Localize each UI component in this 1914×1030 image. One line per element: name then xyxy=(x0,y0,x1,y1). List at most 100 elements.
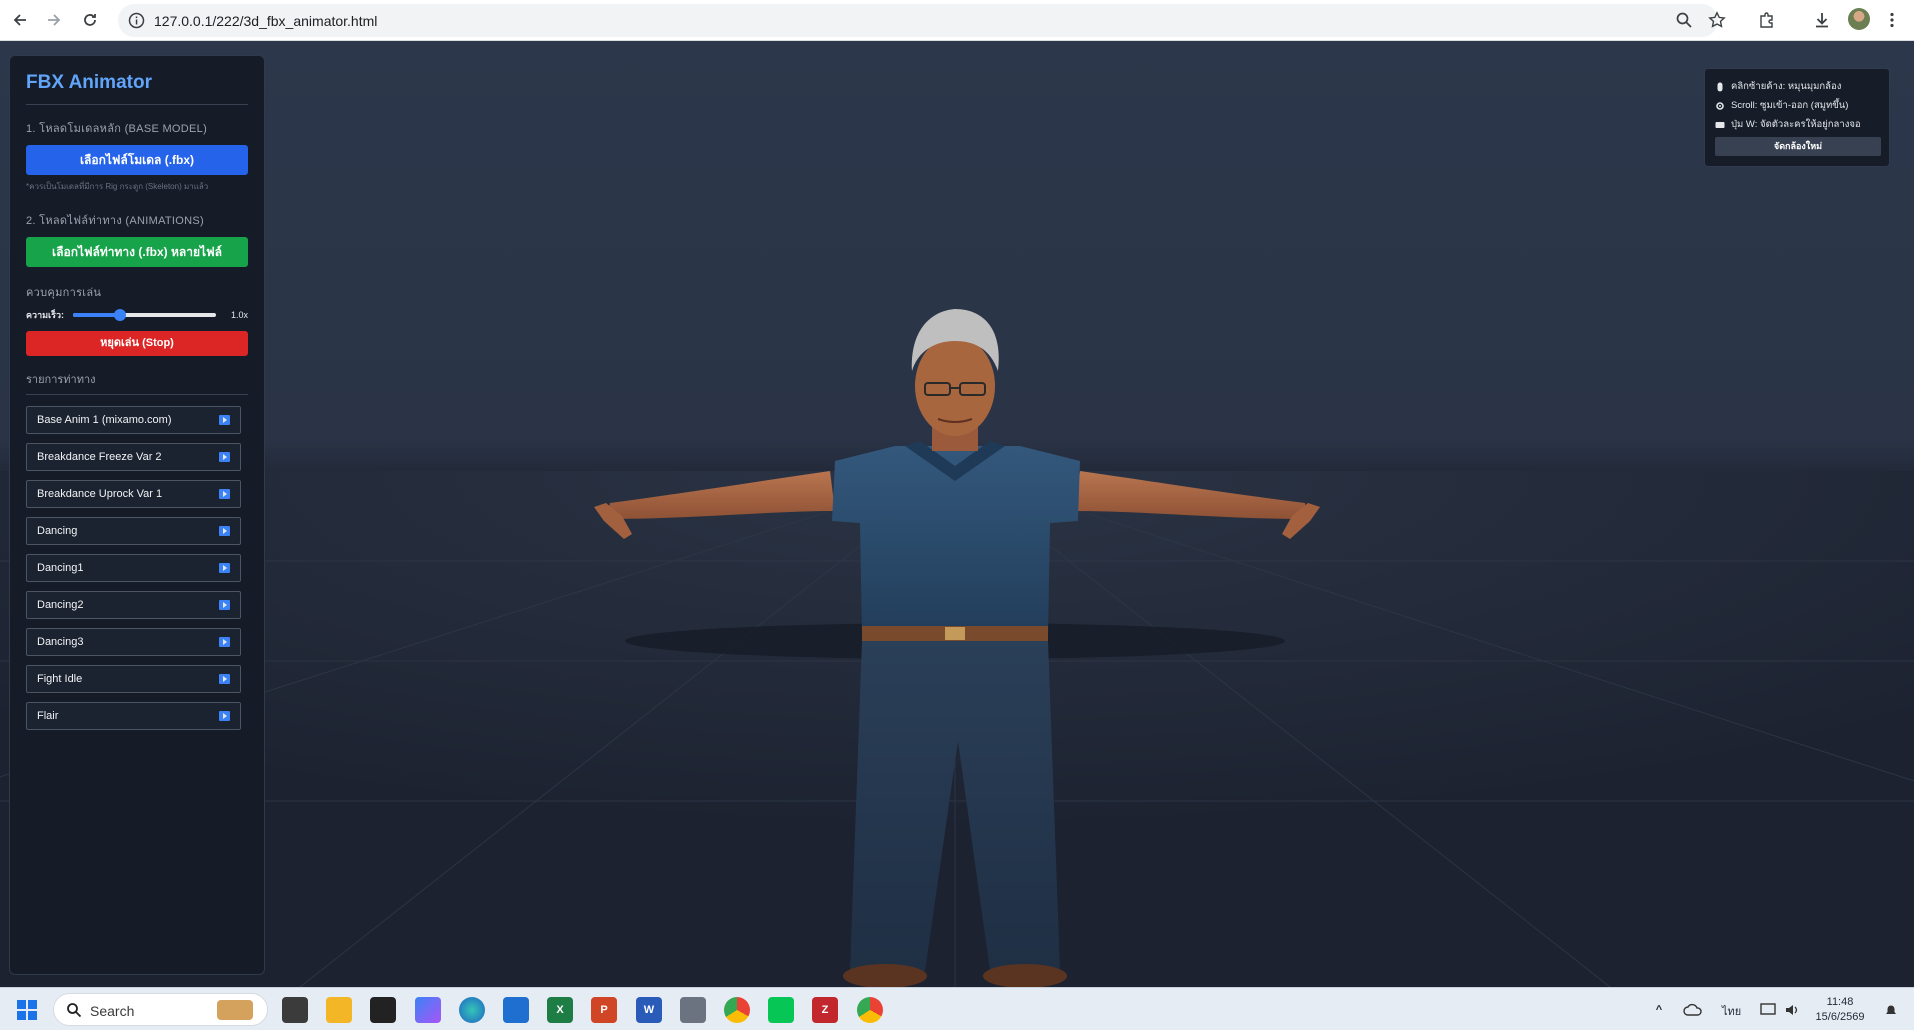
clock-date[interactable]: 15/6/2569 xyxy=(1812,1011,1868,1023)
reload-button[interactable] xyxy=(76,6,104,34)
help-rotate: คลิกซ้ายค้าง: หมุนมุมกล้อง xyxy=(1715,77,1879,96)
animation-item-label: Breakdance Uprock Var 1 xyxy=(37,488,163,500)
m365-icon[interactable] xyxy=(415,997,441,1023)
site-info-icon[interactable] xyxy=(128,12,145,29)
chrome-icon[interactable] xyxy=(724,997,750,1023)
play-icon[interactable] xyxy=(219,637,230,647)
keyboard-icon xyxy=(1715,121,1725,128)
zoom-icon xyxy=(1676,12,1692,28)
powerpoint-icon[interactable]: P xyxy=(591,997,617,1023)
file-explorer-icon[interactable] xyxy=(326,997,352,1023)
word-icon[interactable]: W xyxy=(636,997,662,1023)
reload-icon xyxy=(84,14,96,26)
forward-button[interactable] xyxy=(40,6,68,34)
back-button[interactable] xyxy=(6,6,34,34)
edge-icon[interactable] xyxy=(459,997,485,1023)
animation-list: Base Anim 1 (mixamo.com) Breakdance Freez… xyxy=(26,406,248,730)
extensions-button[interactable] xyxy=(1753,6,1781,34)
choose-animations-button[interactable]: เลือกไฟล์ท่าทาง (.fbx) หลายไฟล์ xyxy=(26,237,248,267)
zoom-button[interactable] xyxy=(1670,6,1698,34)
language-indicator[interactable]: ไทย xyxy=(1722,1002,1741,1020)
scene-canvas[interactable] xyxy=(0,41,1914,987)
speed-label: ความเร็ว: xyxy=(26,310,65,320)
linux-app-icon[interactable] xyxy=(370,997,396,1023)
speed-slider[interactable] xyxy=(73,309,216,321)
kebab-menu-icon xyxy=(1890,12,1894,28)
profile-avatar[interactable] xyxy=(1848,8,1870,30)
app-title: FBX Animator xyxy=(26,72,248,105)
play-icon[interactable] xyxy=(219,452,230,462)
animation-item[interactable]: Dancing1 xyxy=(26,554,241,582)
onedrive-icon[interactable] xyxy=(1680,997,1706,1023)
excel-icon[interactable]: X xyxy=(547,997,573,1023)
browser-toolbar: 127.0.0.1/222/3d_fbx_animator.html xyxy=(0,0,1914,41)
chrome-profile-icon[interactable] xyxy=(857,997,883,1023)
bookmark-button[interactable] xyxy=(1703,6,1731,34)
arrow-left-icon xyxy=(13,14,26,26)
help-focus-text: ปุ่ม W: จัดตัวละครให้อยู่กลางจอ xyxy=(1731,119,1861,130)
search-highlight-icon xyxy=(217,1000,253,1020)
animation-item[interactable]: Dancing2 xyxy=(26,591,241,619)
control-panel: FBX Animator 1. โหลดโมเดลหลัก (BASE MODE… xyxy=(9,55,265,975)
play-icon[interactable] xyxy=(219,563,230,573)
speed-slider-fill xyxy=(73,313,121,317)
animation-item-label: Flair xyxy=(37,710,59,722)
filezilla-icon[interactable]: Z xyxy=(812,997,838,1023)
line-app-icon[interactable] xyxy=(768,997,794,1023)
taskbar: Search X P W Z ^ ไทย 11:48 15/6/2569 xyxy=(0,987,1914,1030)
network-icon[interactable] xyxy=(1756,997,1782,1023)
3d-viewport[interactable] xyxy=(0,41,1914,987)
help-focus: ปุ่ม W: จัดตัวละครให้อยู่กลางจอ xyxy=(1715,115,1879,134)
taskbar-search[interactable]: Search xyxy=(53,993,268,1026)
search-icon xyxy=(67,1003,82,1018)
play-icon[interactable] xyxy=(219,489,230,499)
animation-item[interactable]: Flair xyxy=(26,702,241,730)
browser-menu-button[interactable] xyxy=(1878,6,1906,34)
calculator-icon[interactable] xyxy=(680,997,706,1023)
clock-time[interactable]: 11:48 xyxy=(1818,996,1862,1008)
animation-item-label: Dancing1 xyxy=(37,562,84,574)
reset-camera-button[interactable]: จัดกล้องใหม่ xyxy=(1715,137,1881,156)
play-icon[interactable] xyxy=(219,674,230,684)
play-icon[interactable] xyxy=(219,600,230,610)
animation-item[interactable]: Breakdance Freeze Var 2 xyxy=(26,443,241,471)
animation-item[interactable]: Dancing3 xyxy=(26,628,241,656)
animation-item-label: Base Anim 1 (mixamo.com) xyxy=(37,414,172,426)
speed-value: 1.0x xyxy=(230,310,248,320)
windows-logo-icon xyxy=(17,1000,37,1020)
url-text[interactable]: 127.0.0.1/222/3d_fbx_animator.html xyxy=(154,13,377,29)
animation-item-label: Breakdance Freeze Var 2 xyxy=(37,451,162,463)
help-zoom: Scroll: ซูมเข้า-ออก (สมูทขึ้น) xyxy=(1715,96,1879,115)
animation-item[interactable]: Breakdance Uprock Var 1 xyxy=(26,480,241,508)
volume-icon[interactable] xyxy=(1780,997,1806,1023)
start-button[interactable] xyxy=(14,997,40,1023)
choose-model-button[interactable]: เลือกไฟล์โมเดล (.fbx) xyxy=(26,145,248,175)
animation-item[interactable]: Fight Idle xyxy=(26,665,241,693)
search-placeholder: Search xyxy=(90,1003,135,1019)
notification-icon[interactable] xyxy=(1878,997,1904,1023)
arrow-right-icon xyxy=(48,14,61,26)
star-icon xyxy=(1708,11,1726,28)
help-zoom-text: Scroll: ซูมเข้า-ออก (สมูทขึ้น) xyxy=(1731,100,1849,111)
animation-item-label: Fight Idle xyxy=(37,673,83,685)
speed-control: ความเร็ว: 1.0x xyxy=(26,307,248,323)
animation-item-label: Dancing xyxy=(37,525,78,537)
downloads-button[interactable] xyxy=(1808,6,1836,34)
store-icon[interactable] xyxy=(503,997,529,1023)
address-bar[interactable]: 127.0.0.1/222/3d_fbx_animator.html xyxy=(118,4,1718,37)
play-icon[interactable] xyxy=(219,415,230,425)
animation-item-label: Dancing2 xyxy=(37,599,84,611)
tray-chevron-icon[interactable]: ^ xyxy=(1646,997,1672,1023)
speed-slider-thumb[interactable] xyxy=(114,309,127,321)
gear-icon xyxy=(1716,101,1724,110)
stop-button[interactable]: หยุดเล่น (Stop) xyxy=(26,331,248,356)
animation-item[interactable]: Base Anim 1 (mixamo.com) xyxy=(26,406,241,434)
play-icon[interactable] xyxy=(219,526,230,536)
task-view-icon[interactable] xyxy=(282,997,308,1023)
help-rotate-text: คลิกซ้ายค้าง: หมุนมุมกล้อง xyxy=(1731,81,1842,92)
mouse-icon xyxy=(1717,82,1723,91)
animation-list-label: รายการท่าทาง xyxy=(26,370,248,395)
animation-item[interactable]: Dancing xyxy=(26,517,241,545)
play-icon[interactable] xyxy=(219,711,230,721)
playback-label: ควบคุมการเล่น xyxy=(26,287,102,299)
